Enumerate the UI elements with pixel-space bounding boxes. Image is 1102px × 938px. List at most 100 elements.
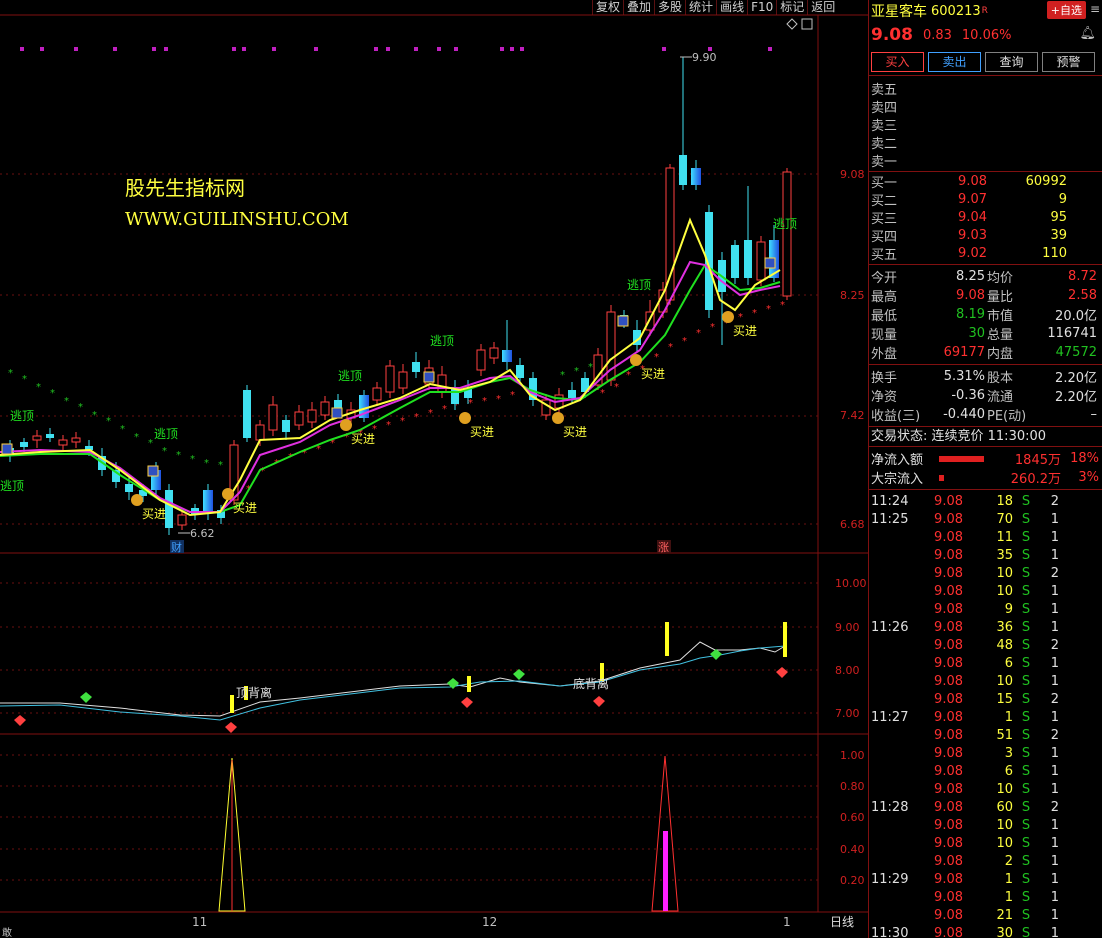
- tick-row[interactable]: 9.08 35 S 1: [869, 546, 1102, 564]
- tick-row[interactable]: 9.08 6 S 1: [869, 654, 1102, 672]
- stat-value: 8.25: [956, 269, 985, 284]
- tick-row[interactable]: 11:28 9.08 60 S 2: [869, 798, 1102, 816]
- alert-button[interactable]: 预警: [1042, 51, 1095, 72]
- tick-row[interactable]: 9.08 10 S 1: [869, 834, 1102, 852]
- tick-count: 1: [1050, 529, 1059, 545]
- period-label[interactable]: 日线: [830, 915, 854, 929]
- price-change-pct: 10.06%: [961, 27, 1012, 43]
- stat-row: 收益(三) -0.440 PE(动) –: [869, 405, 1102, 424]
- sar-dot: *: [696, 328, 701, 339]
- tick-row[interactable]: 9.08 51 S 2: [869, 726, 1102, 744]
- top-escape-signal: 逃顶: [627, 278, 651, 292]
- signal-dot: [662, 47, 666, 51]
- tick-row[interactable]: 9.08 11 S 1: [869, 528, 1102, 546]
- quote-stats: 今开 8.25 均价 8.72 最高 9.08 量比 2.58 最低 8.19 市值 20.0亿 现量 3…: [869, 265, 1102, 365]
- tick-row[interactable]: 11:30 9.08 30 S 1: [869, 924, 1102, 938]
- candle-body: [20, 442, 28, 447]
- sar-dot: *: [588, 362, 593, 373]
- tick-row[interactable]: 11:26 9.08 36 S 1: [869, 618, 1102, 636]
- stock-code: 600213: [931, 3, 981, 19]
- top-divergence-label: 顶背离: [236, 685, 272, 700]
- tick-row[interactable]: 9.08 10 S 2: [869, 564, 1102, 582]
- indicator2-axis-label: 1.00: [840, 749, 865, 762]
- order-book-row[interactable]: 卖三: [869, 115, 1102, 134]
- order-book-row[interactable]: 买一 9.08 60992: [869, 172, 1102, 191]
- tick-row[interactable]: 9.08 10 S 1: [869, 582, 1102, 600]
- order-book-row[interactable]: 买四 9.03 39: [869, 226, 1102, 245]
- tick-side: S: [1021, 673, 1031, 689]
- signal-dot: [74, 47, 78, 51]
- stat-key: 最高: [871, 290, 898, 305]
- tick-row[interactable]: 9.08 6 S 1: [869, 762, 1102, 780]
- sar-dot: *: [22, 374, 27, 385]
- red-diamond-icon: [776, 667, 788, 678]
- tick-row[interactable]: 9.08 21 S 1: [869, 906, 1102, 924]
- fund-flow-pct: 3%: [1078, 470, 1099, 485]
- tick-side: S: [1021, 853, 1031, 869]
- tick-row[interactable]: 9.08 9 S 1: [869, 600, 1102, 618]
- tick-volume: 10: [996, 781, 1013, 797]
- diamond-icon[interactable]: [786, 18, 798, 30]
- stat-value: 47572: [1055, 345, 1097, 360]
- signal-dot: [242, 47, 246, 51]
- order-book-row[interactable]: 卖二: [869, 133, 1102, 152]
- tick-time: 11:25: [871, 511, 909, 527]
- buy-button[interactable]: 买入: [871, 51, 924, 72]
- tick-volume: 10: [996, 583, 1013, 599]
- tick-row[interactable]: 9.08 48 S 2: [869, 636, 1102, 654]
- tick-side: S: [1021, 583, 1031, 599]
- tick-row[interactable]: 11:29 9.08 1 S 1: [869, 870, 1102, 888]
- sar-dot: *: [106, 416, 111, 427]
- stock-chart[interactable]: 9.08 8.25 7.42 6.68 10.00 9.00 8.00 7.00 1.00 0…: [0, 0, 868, 938]
- tick-row[interactable]: 9.08 10 S 1: [869, 780, 1102, 798]
- order-book-row[interactable]: 买三 9.04 95: [869, 208, 1102, 227]
- tick-row[interactable]: 9.08 3 S 1: [869, 744, 1102, 762]
- tick-volume: 36: [996, 619, 1013, 635]
- tick-row[interactable]: 9.08 10 S 1: [869, 672, 1102, 690]
- tick-row[interactable]: 9.08 1 S 1: [869, 888, 1102, 906]
- tick-row[interactable]: 11:25 9.08 70 S 1: [869, 510, 1102, 528]
- tick-count: 1: [1050, 673, 1059, 689]
- stat-key: 均价: [987, 271, 1014, 286]
- tick-count: 1: [1050, 925, 1059, 938]
- tick-volume: 9: [1004, 601, 1013, 617]
- order-book-row[interactable]: 买二 9.07 9: [869, 190, 1102, 209]
- sar-dot: *: [710, 322, 715, 333]
- sell-button[interactable]: 卖出: [928, 51, 981, 72]
- tick-row[interactable]: 9.08 15 S 2: [869, 690, 1102, 708]
- order-book-price: 9.04: [958, 209, 987, 225]
- add-favorite-button[interactable]: +自选: [1046, 1, 1086, 19]
- runner-icon: [1, 443, 13, 455]
- price-axis-label: 6.68: [840, 518, 865, 531]
- tick-row[interactable]: 9.08 10 S 1: [869, 816, 1102, 834]
- stat-row: 换手 5.31% 股本 2.20亿: [869, 367, 1102, 386]
- indicator1-axis-label: 8.00: [835, 664, 860, 677]
- tick-price: 9.08: [934, 565, 963, 581]
- order-book-row[interactable]: 卖四: [869, 97, 1102, 116]
- sar-dot: *: [510, 390, 515, 401]
- order-book-row[interactable]: 买五 9.02 110: [869, 244, 1102, 263]
- signal-dot: [510, 47, 514, 51]
- menu-icon[interactable]: ≡: [1090, 2, 1100, 16]
- chart-window-icon[interactable]: [801, 18, 813, 30]
- tick-row[interactable]: 9.08 2 S 1: [869, 852, 1102, 870]
- sar-dot: *: [190, 454, 195, 465]
- bid-book: 买一 9.08 60992 买二 9.07 9 买三 9.04 95 买四 9.03 39 买五 9.02…: [869, 172, 1102, 265]
- order-book-row[interactable]: 卖一: [869, 151, 1102, 170]
- bell-icon[interactable]: 🔔︎: [1079, 26, 1096, 41]
- sar-dot: *: [496, 394, 501, 405]
- stat-row: 净资 -0.36 流通 2.20亿: [869, 386, 1102, 405]
- sar-dot: *: [134, 432, 139, 443]
- tick-count: 1: [1050, 781, 1059, 797]
- order-book-label: 卖二: [871, 136, 898, 152]
- stat-value: 9.08: [956, 288, 985, 303]
- query-button[interactable]: 查询: [985, 51, 1038, 72]
- tick-row[interactable]: 11:24 9.08 18 S 2: [869, 492, 1102, 510]
- tick-row[interactable]: 11:27 9.08 1 S 1: [869, 708, 1102, 726]
- price-axis-label: 8.25: [840, 289, 865, 302]
- signal-bar: [230, 695, 234, 713]
- order-book-row[interactable]: 卖五: [869, 79, 1102, 98]
- tick-volume: 30: [996, 925, 1013, 938]
- ask-book: 卖五 卖四 卖三卖二 卖一: [869, 76, 1102, 172]
- tick-list[interactable]: 11:24 9.08 18 S 2 11:25 9.08 70 S 1 9.08 11 S 1 9.08 35…: [869, 490, 1102, 938]
